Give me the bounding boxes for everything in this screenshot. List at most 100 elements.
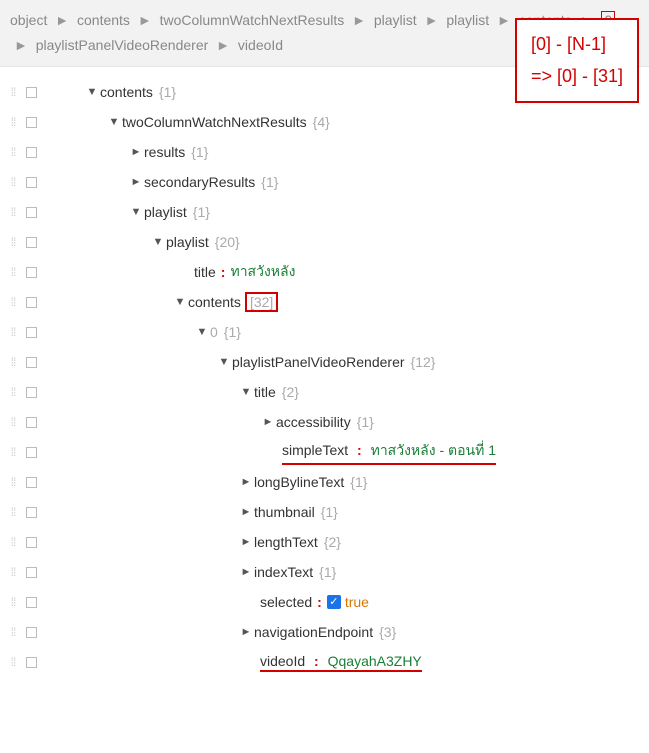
chevron-down-icon[interactable]: ▼ xyxy=(172,296,188,308)
tree-row[interactable]: ⁞⁞ ► secondaryResults {1} xyxy=(4,167,649,197)
chevron-down-icon[interactable]: ▼ xyxy=(84,86,100,98)
tree-row[interactable]: ⁞⁞ ► navigationEndpoint {3} xyxy=(4,617,649,647)
tree-row[interactable]: ⁞⁞ ► indexText {1} xyxy=(4,557,649,587)
row-marker-icon[interactable] xyxy=(22,207,40,218)
chevron-right-icon[interactable]: ► xyxy=(238,626,254,638)
drag-handle-icon[interactable]: ⁞⁞ xyxy=(4,145,22,159)
row-marker-icon[interactable] xyxy=(22,597,40,608)
chevron-right-icon[interactable]: ► xyxy=(238,566,254,578)
row-marker-icon[interactable] xyxy=(22,237,40,248)
row-marker-icon[interactable] xyxy=(22,417,40,428)
row-marker-icon[interactable] xyxy=(22,357,40,368)
tree-row[interactable]: ⁞⁞ title : ทาสวังหลัง xyxy=(4,257,649,287)
drag-handle-icon[interactable]: ⁞⁞ xyxy=(4,415,22,429)
crumb[interactable]: object xyxy=(10,12,47,28)
drag-handle-icon[interactable]: ⁞⁞ xyxy=(4,355,22,369)
tree-row[interactable]: ⁞⁞ ▼ 0 {1} xyxy=(4,317,649,347)
crumb[interactable]: playlist xyxy=(374,12,417,28)
tree-row[interactable]: ⁞⁞ ► longBylineText {1} xyxy=(4,467,649,497)
chevron-right-icon[interactable]: ► xyxy=(238,506,254,518)
colon: : xyxy=(221,264,226,280)
drag-handle-icon[interactable]: ⁞⁞ xyxy=(4,445,22,459)
drag-handle-icon[interactable]: ⁞⁞ xyxy=(4,115,22,129)
tree-row[interactable]: ⁞⁞ ▼ twoColumnWatchNextResults {4} xyxy=(4,107,649,137)
drag-handle-icon[interactable]: ⁞⁞ xyxy=(4,265,22,279)
tree-row[interactable]: ⁞⁞ ► thumbnail {1} xyxy=(4,497,649,527)
row-marker-icon[interactable] xyxy=(22,507,40,518)
node-count: {1} xyxy=(224,324,241,340)
row-marker-icon[interactable] xyxy=(22,117,40,128)
row-marker-icon[interactable] xyxy=(22,477,40,488)
drag-handle-icon[interactable]: ⁞⁞ xyxy=(4,235,22,249)
chevron-down-icon[interactable]: ▼ xyxy=(128,206,144,218)
chevron-right-icon[interactable]: ► xyxy=(238,476,254,488)
row-marker-icon[interactable] xyxy=(22,627,40,638)
tree-row[interactable]: ⁞⁞ ► lengthText {2} xyxy=(4,527,649,557)
checkbox-true-icon: ✓ xyxy=(327,595,341,609)
row-marker-icon[interactable] xyxy=(22,657,40,668)
node-count: {1} xyxy=(193,204,210,220)
chevron-down-icon[interactable]: ▼ xyxy=(194,326,210,338)
chevron-right-icon[interactable]: ► xyxy=(238,536,254,548)
node-key: playlistPanelVideoRenderer xyxy=(232,354,405,370)
row-marker-icon[interactable] xyxy=(22,447,40,458)
drag-handle-icon[interactable]: ⁞⁞ xyxy=(4,85,22,99)
crumb[interactable]: playlistPanelVideoRenderer xyxy=(36,37,209,53)
drag-handle-icon[interactable]: ⁞⁞ xyxy=(4,565,22,579)
tree-row[interactable]: ⁞⁞ selected : ✓ true xyxy=(4,587,649,617)
row-marker-icon[interactable] xyxy=(22,297,40,308)
tree-row[interactable]: ⁞⁞ videoId : QqayahA3ZHY xyxy=(4,647,649,677)
tree-row[interactable]: ⁞⁞ ► accessibility {1} xyxy=(4,407,649,437)
node-count: {1} xyxy=(350,474,367,490)
crumb[interactable]: playlist xyxy=(446,12,489,28)
node-key: title xyxy=(254,384,276,400)
drag-handle-icon[interactable]: ⁞⁞ xyxy=(4,205,22,219)
crumb[interactable]: contents xyxy=(77,12,130,28)
highlighted-kv: simpleText : ทาสวังหลัง - ตอนที่ 1 xyxy=(282,440,496,465)
node-key: navigationEndpoint xyxy=(254,624,373,640)
row-marker-icon[interactable] xyxy=(22,387,40,398)
node-key: longBylineText xyxy=(254,474,344,490)
drag-handle-icon[interactable]: ⁞⁞ xyxy=(4,655,22,669)
chevron-down-icon[interactable]: ▼ xyxy=(238,386,254,398)
node-count: {1} xyxy=(357,414,374,430)
crumb[interactable]: twoColumnWatchNextResults xyxy=(160,12,345,28)
row-marker-icon[interactable] xyxy=(22,567,40,578)
tree-row[interactable]: ⁞⁞ ▼ playlistPanelVideoRenderer {12} xyxy=(4,347,649,377)
chevron-right-icon[interactable]: ► xyxy=(260,416,276,428)
row-marker-icon[interactable] xyxy=(22,327,40,338)
drag-handle-icon[interactable]: ⁞⁞ xyxy=(4,625,22,639)
node-count-highlight: [32] xyxy=(245,292,278,312)
tree-row[interactable]: ⁞⁞ ▼ playlist {20} xyxy=(4,227,649,257)
chevron-right-icon[interactable]: ► xyxy=(128,176,144,188)
drag-handle-icon[interactable]: ⁞⁞ xyxy=(4,475,22,489)
drag-handle-icon[interactable]: ⁞⁞ xyxy=(4,595,22,609)
row-marker-icon[interactable] xyxy=(22,87,40,98)
tree-row[interactable]: ⁞⁞ ▼ title {2} xyxy=(4,377,649,407)
row-marker-icon[interactable] xyxy=(22,537,40,548)
row-marker-icon[interactable] xyxy=(22,177,40,188)
row-marker-icon[interactable] xyxy=(22,267,40,278)
drag-handle-icon[interactable]: ⁞⁞ xyxy=(4,535,22,549)
chevron-down-icon[interactable]: ▼ xyxy=(150,236,166,248)
tree-row[interactable]: ⁞⁞ ▼ contents [32] xyxy=(4,287,649,317)
node-key: playlist xyxy=(144,204,187,220)
drag-handle-icon[interactable]: ⁞⁞ xyxy=(4,175,22,189)
row-marker-icon[interactable] xyxy=(22,147,40,158)
chevron-down-icon[interactable]: ▼ xyxy=(216,356,232,368)
chevron-right-icon[interactable]: ► xyxy=(128,146,144,158)
annotation-overlay: [0] - [N-1] => [0] - [31] xyxy=(515,18,639,103)
tree-row[interactable]: ⁞⁞ ▼ playlist {1} xyxy=(4,197,649,227)
node-key: videoId xyxy=(260,653,305,669)
chevron-down-icon[interactable]: ▼ xyxy=(106,116,122,128)
drag-handle-icon[interactable]: ⁞⁞ xyxy=(4,325,22,339)
tree-row[interactable]: ⁞⁞ ► results {1} xyxy=(4,137,649,167)
crumb[interactable]: videoId xyxy=(238,37,283,53)
drag-handle-icon[interactable]: ⁞⁞ xyxy=(4,385,22,399)
node-key: title xyxy=(194,264,216,280)
breadcrumb-sep-icon: ► xyxy=(55,12,69,28)
drag-handle-icon[interactable]: ⁞⁞ xyxy=(4,295,22,309)
drag-handle-icon[interactable]: ⁞⁞ xyxy=(4,505,22,519)
tree-row[interactable]: ⁞⁞ simpleText : ทาสวังหลัง - ตอนที่ 1 xyxy=(4,437,649,467)
annotation-line2: => [0] - [31] xyxy=(531,60,623,92)
